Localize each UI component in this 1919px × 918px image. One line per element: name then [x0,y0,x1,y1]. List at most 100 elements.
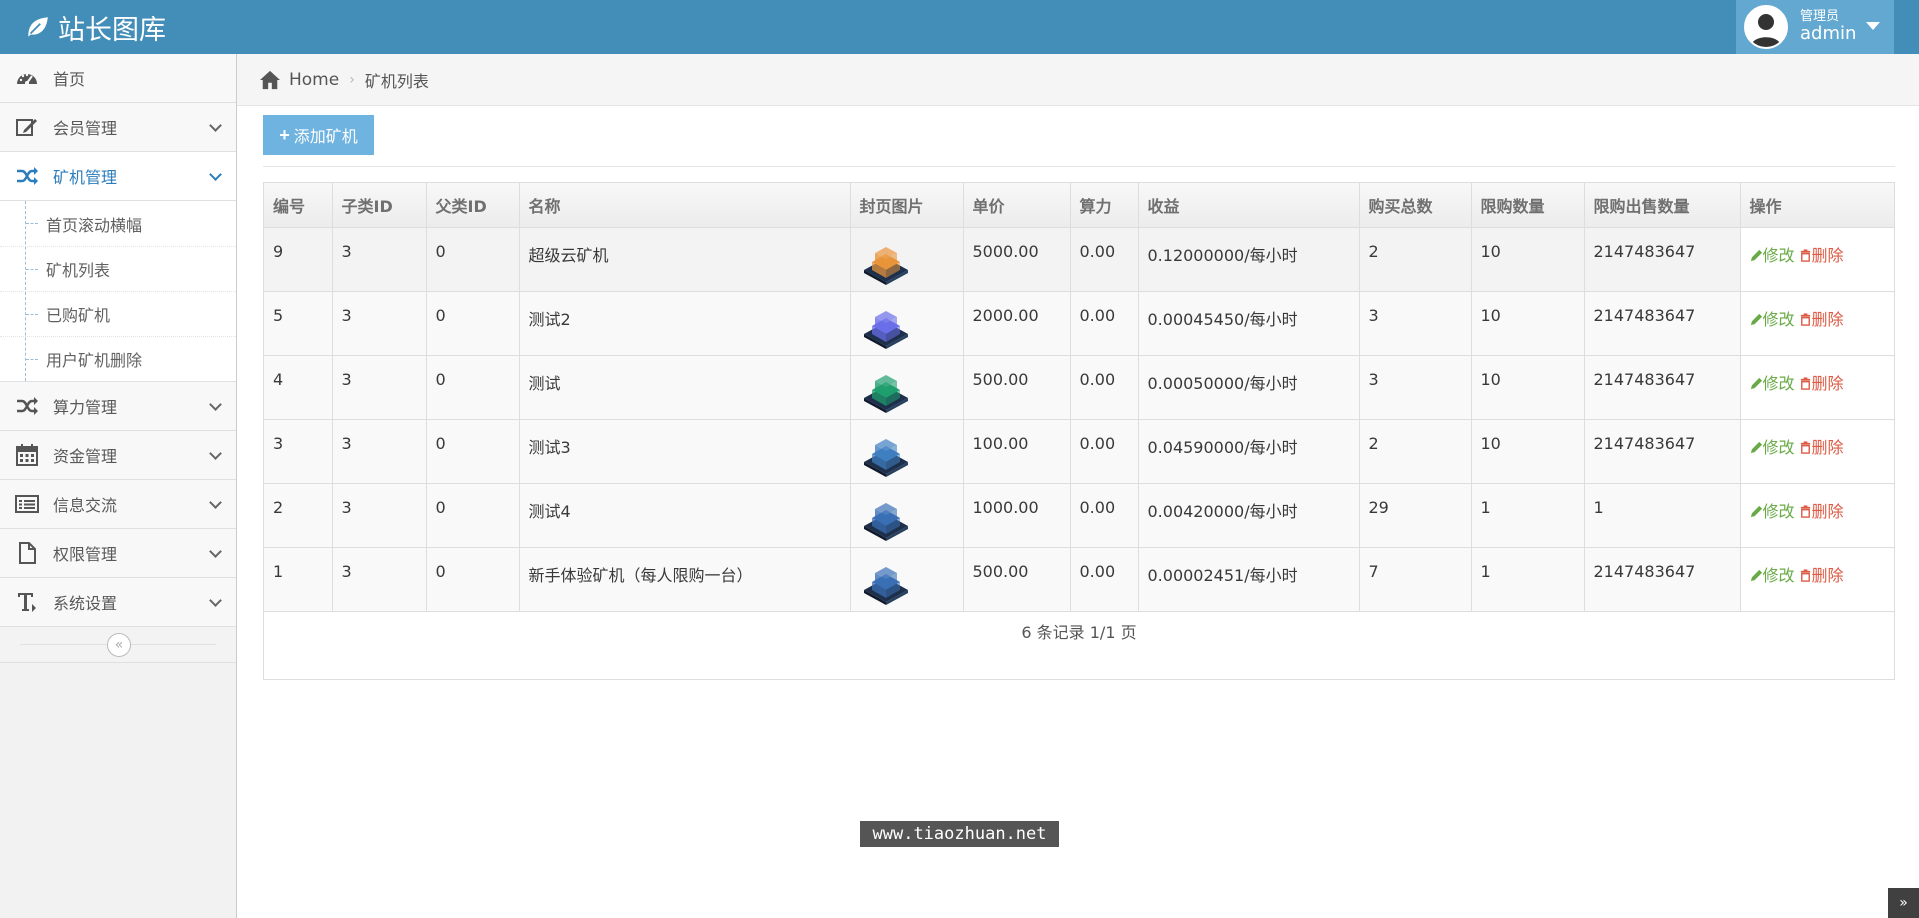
cell-id: 1 [264,546,333,612]
edit-link[interactable]: 修改 [1750,310,1795,329]
cell-actions: 修改 删除 [1739,482,1894,548]
cell-hashpower: 0.00 [1069,354,1139,420]
user-role: 管理员 [1800,8,1840,24]
sidebar-item-home[interactable]: 首页 [0,54,236,103]
table-row: 4 3 0 测试 500.00 0.00 0.00050000/每小时 3 10 21474836… [264,354,1894,420]
chevron-down-icon [209,496,222,509]
double-chevron-left-icon[interactable]: « [107,633,131,657]
cell-id: 4 [264,354,333,420]
delete-link[interactable]: 删除 [1799,246,1844,265]
miner-cover-icon[interactable] [860,364,912,414]
column-header-price[interactable]: 单价 [962,183,1071,228]
sidebar-item-permissions[interactable]: 权限管理 [0,529,236,578]
miner-cover-icon[interactable] [860,492,912,542]
submenu-item-user-miner-delete[interactable]: 用户矿机删除 [0,336,236,381]
add-miner-button[interactable]: + 添加矿机 [263,115,374,155]
chevron-down-icon [209,594,222,607]
sidebar-item-hashpower[interactable]: 算力管理 [0,382,236,431]
column-header-sub-id[interactable]: 子类ID [331,183,427,228]
cell-total-bought: 29 [1358,482,1472,548]
edit-link[interactable]: 修改 [1750,374,1795,393]
delete-link[interactable]: 删除 [1799,438,1844,457]
cell-actions: 修改 删除 [1739,354,1894,420]
cell-parent-id: 0 [425,482,520,548]
table-row: 3 3 0 测试3 100.00 0.00 0.04590000/每小时 2 10 2147483… [264,418,1894,484]
pencil-icon [1750,441,1762,453]
sidebar-item-messages[interactable]: 信息交流 [0,480,236,529]
user-menu[interactable]: 管理员 admin [1736,0,1894,54]
file-icon [13,539,41,567]
delete-link[interactable]: 删除 [1799,502,1844,521]
edit-link[interactable]: 修改 [1750,246,1795,265]
dashboard-icon [13,64,41,92]
cell-name: 测试4 [518,482,851,548]
cell-purchase-limit: 10 [1470,418,1585,484]
cell-income: 0.00420000/每小时 [1137,482,1360,548]
edit-label: 修改 [1762,245,1795,265]
delete-link[interactable]: 删除 [1799,566,1844,585]
miner-cover-icon[interactable] [860,236,912,286]
cell-purchase-limit: 1 [1470,482,1585,548]
edit-link[interactable]: 修改 [1750,502,1795,521]
brand[interactable]: 站长图库 [24,8,166,46]
cell-actions: 修改 删除 [1739,290,1894,356]
page-toolbar: + 添加矿机 [263,115,1895,167]
delete-link[interactable]: 删除 [1799,310,1844,329]
column-header-income[interactable]: 收益 [1137,183,1360,228]
column-header-parent-id[interactable]: 父类ID [425,183,520,228]
table-header-row: 编号 子类ID 父类ID 名称 封页图片 单价 算力 收益 购买总数 限购数量 … [264,183,1894,228]
column-header-cover[interactable]: 封页图片 [849,183,964,228]
sidebar: 首页 会员管理 矿机管理 首页滚动横幅 矿机列表 已购矿机 用户矿机删除 算力管… [0,54,237,918]
trash-icon [1800,440,1810,454]
table-row: 9 3 0 超级云矿机 5000.00 0.00 0.12000000/每小时 2 10 2147… [264,226,1894,292]
cell-sale-limit: 1 [1583,482,1741,548]
miner-cover-icon[interactable] [860,300,912,350]
cell-name: 测试 [518,354,851,420]
cell-income: 0.00002451/每小时 [1137,546,1360,612]
column-header-id[interactable]: 编号 [264,183,333,228]
user-avatar-icon [1746,7,1786,47]
top-navbar: 站长图库 管理员 admin [0,0,1919,54]
delete-label: 删除 [1811,437,1844,457]
plus-icon: + [279,124,290,145]
miner-table-panel: 编号 子类ID 父类ID 名称 封页图片 单价 算力 收益 购买总数 限购数量 … [263,182,1895,680]
cell-sub-id: 3 [331,226,427,292]
cell-cover [849,546,964,612]
cell-parent-id: 0 [425,546,520,612]
delete-link[interactable]: 删除 [1799,374,1844,393]
avatar [1744,5,1788,49]
sidebar-item-members[interactable]: 会员管理 [0,103,236,152]
cell-id: 3 [264,418,333,484]
column-header-purchase-limit[interactable]: 限购数量 [1470,183,1585,228]
edit-label: 修改 [1762,437,1795,457]
column-header-sale-limit[interactable]: 限购出售数量 [1583,183,1741,228]
miner-cover-icon[interactable] [860,428,912,478]
submenu-item-purchased[interactable]: 已购矿机 [0,291,236,336]
delete-label: 删除 [1811,309,1844,329]
sidebar-item-funds[interactable]: 资金管理 [0,431,236,480]
cell-sub-id: 3 [331,546,427,612]
trash-icon [1800,376,1810,390]
submenu-item-miner-list[interactable]: 矿机列表 [0,246,236,291]
column-header-total-bought[interactable]: 购买总数 [1358,183,1472,228]
sidebar-item-settings[interactable]: 系统设置 [0,578,236,627]
edit-link[interactable]: 修改 [1750,438,1795,457]
trash-icon [1800,248,1810,262]
scroll-top-icon[interactable]: » [1888,888,1919,918]
column-header-hashpower[interactable]: 算力 [1069,183,1139,228]
submenu-item-banner[interactable]: 首页滚动横幅 [0,201,236,246]
leaf-icon [28,17,48,37]
cell-price: 100.00 [962,418,1071,484]
cell-actions: 修改 删除 [1739,418,1894,484]
cell-income: 0.12000000/每小时 [1137,226,1360,292]
cell-hashpower: 0.00 [1069,290,1139,356]
caret-down-icon[interactable] [1866,22,1880,30]
edit-link[interactable]: 修改 [1750,566,1795,585]
column-header-name[interactable]: 名称 [518,183,851,228]
cell-sale-limit: 2147483647 [1583,546,1741,612]
breadcrumb-home-link[interactable]: Home [289,70,339,90]
miner-cover-icon[interactable] [860,556,912,606]
chevron-down-icon [209,398,222,411]
sidebar-item-miners[interactable]: 矿机管理 [0,152,236,201]
cell-hashpower: 0.00 [1069,482,1139,548]
